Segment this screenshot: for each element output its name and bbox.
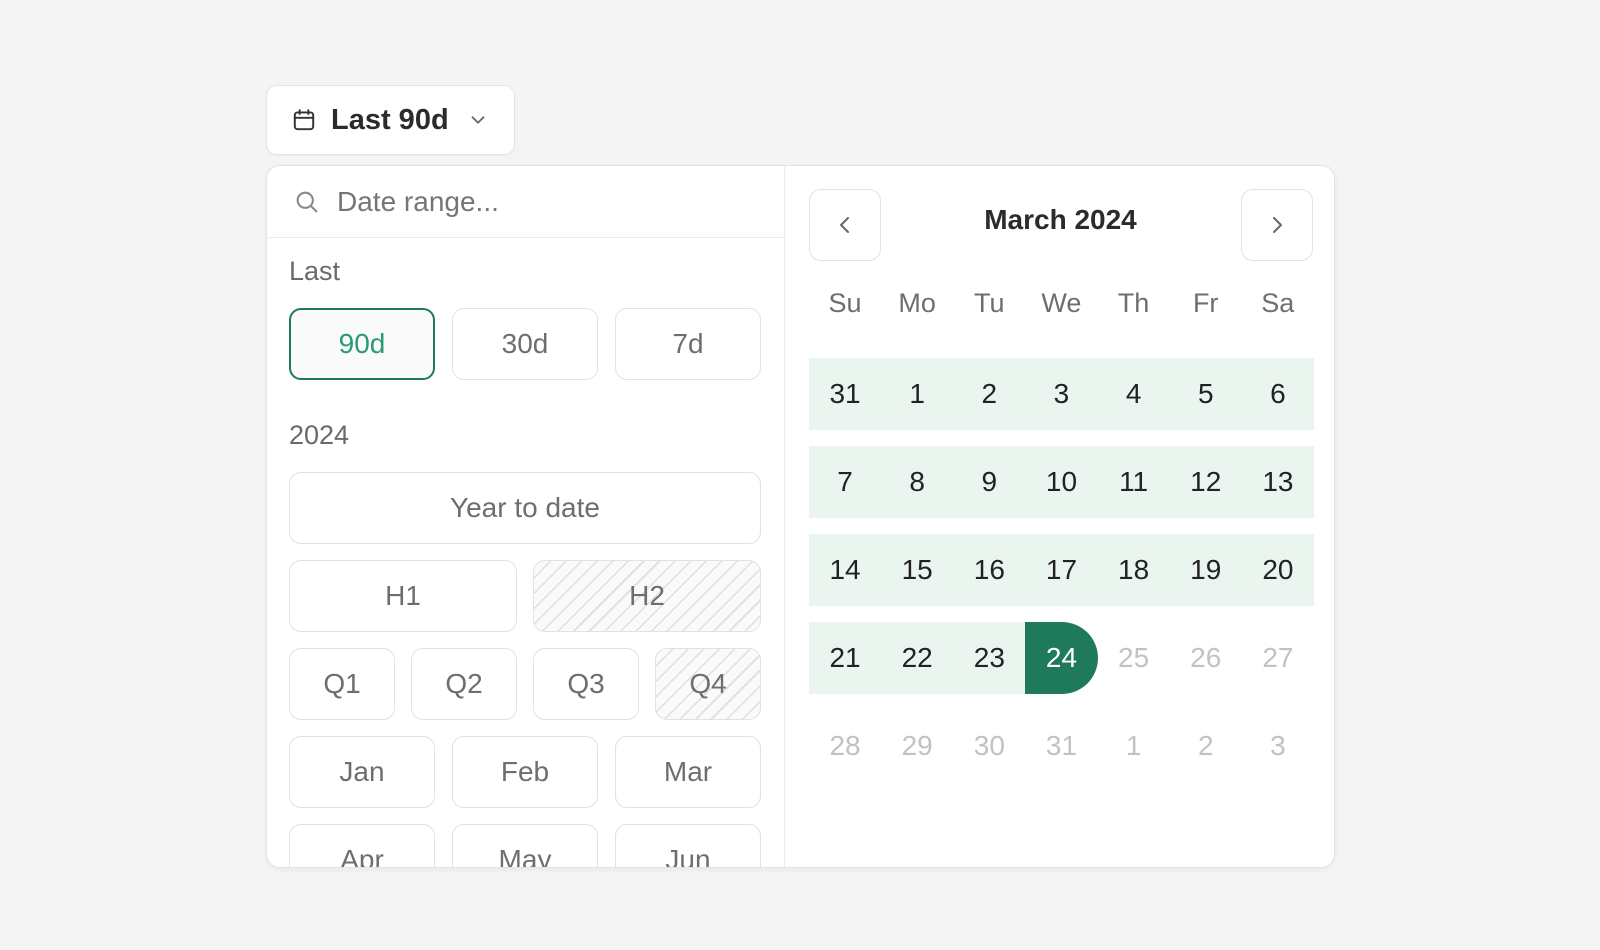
year-to-date-button[interactable]: Year to date [289, 472, 761, 544]
calendar-day-disabled[interactable]: 1 [1098, 710, 1170, 782]
weekday-label: Mo [898, 288, 936, 318]
calendar-week-row: 21 22 23 24 25 26 27 [809, 622, 1314, 694]
next-month-button[interactable] [1241, 189, 1313, 261]
calendar-panel: March 2024 Su Mo Tu We Th Fr Sa 31 1 2 3 4 5 6… [785, 166, 1334, 867]
calendar-day-selected[interactable]: 24 [1025, 622, 1098, 694]
search-icon [293, 188, 321, 216]
month-mar-button[interactable]: Mar [615, 736, 761, 808]
weekday-label: Fr [1192, 288, 1219, 318]
weekday-label: Su [828, 288, 862, 318]
preset-h1-button[interactable]: H1 [289, 560, 517, 632]
calendar-day[interactable]: 22 [881, 622, 953, 694]
calendar-day[interactable]: 11 [1098, 446, 1170, 518]
calendar-day[interactable]: 21 [809, 622, 881, 694]
calendar-day[interactable]: 18 [1098, 534, 1170, 606]
calendar-week-row: 14 15 16 17 18 19 20 [809, 534, 1314, 606]
calendar-day[interactable]: 31 [809, 358, 881, 430]
calendar-week-row: 7 8 9 10 11 12 13 [809, 446, 1314, 518]
calendar-day-disabled[interactable]: 26 [1170, 622, 1242, 694]
calendar-day[interactable]: 15 [881, 534, 953, 606]
month-may-button[interactable]: May [452, 824, 598, 867]
calendar-day[interactable]: 1 [881, 358, 953, 430]
weekday-label: Tu [974, 288, 1005, 318]
preset-h2-button: H2 [533, 560, 761, 632]
preset-30d-button[interactable]: 30d [452, 308, 598, 380]
date-range-trigger-button[interactable]: Last 90d [266, 85, 515, 155]
weekday-label: We [1041, 288, 1082, 318]
calendar-day-disabled[interactable]: 29 [881, 710, 953, 782]
weekday-label: Sa [1261, 288, 1295, 318]
calendar-day[interactable]: 23 [953, 622, 1025, 694]
calendar-day[interactable]: 7 [809, 446, 881, 518]
preset-q2-button[interactable]: Q2 [411, 648, 517, 720]
calendar-day[interactable]: 19 [1170, 534, 1242, 606]
calendar-day[interactable]: 9 [953, 446, 1025, 518]
calendar-day[interactable]: 17 [1025, 534, 1097, 606]
trigger-label: Last 90d [331, 103, 449, 136]
preset-7d-button[interactable]: 7d [615, 308, 761, 380]
calendar-day[interactable]: 10 [1025, 446, 1097, 518]
calendar-day-disabled[interactable]: 30 [953, 710, 1025, 782]
calendar-day-disabled[interactable]: 2 [1170, 710, 1242, 782]
chevron-down-icon [467, 109, 489, 131]
weekday-label: Th [1117, 288, 1150, 318]
calendar-day[interactable]: 16 [953, 534, 1025, 606]
month-apr-button[interactable]: Apr [289, 824, 435, 867]
calendar-day-disabled[interactable]: 31 [1025, 710, 1097, 782]
calendar-week-row: 28 29 30 31 1 2 3 [809, 710, 1314, 782]
section-label-year: 2024 [289, 420, 350, 450]
month-jan-button[interactable]: Jan [289, 736, 435, 808]
calendar-day-disabled[interactable]: 27 [1242, 622, 1314, 694]
calendar-day[interactable]: 20 [1242, 534, 1314, 606]
calendar-day[interactable]: 13 [1242, 446, 1314, 518]
month-jun-button[interactable]: Jun [615, 824, 761, 867]
calendar-week-row: 31 1 2 3 4 5 6 [809, 358, 1314, 430]
presets-panel: Last 90d 30d 7d 2024 Year to date H1 H2 … [267, 166, 785, 867]
chevron-right-icon [1265, 213, 1289, 237]
calendar-day[interactable]: 3 [1025, 358, 1097, 430]
calendar-day[interactable]: 14 [809, 534, 881, 606]
preset-q3-button[interactable]: Q3 [533, 648, 639, 720]
calendar-day-disabled[interactable]: 3 [1242, 710, 1314, 782]
calendar-icon [291, 107, 317, 133]
section-label-last: Last [289, 256, 341, 286]
preset-q4-button: Q4 [655, 648, 761, 720]
date-range-popover: Last 90d 30d 7d 2024 Year to date H1 H2 … [266, 165, 1335, 868]
month-feb-button[interactable]: Feb [452, 736, 598, 808]
search-bar [267, 166, 784, 238]
calendar-day[interactable]: 8 [881, 446, 953, 518]
calendar-day-disabled[interactable]: 28 [809, 710, 881, 782]
calendar-day[interactable]: 2 [953, 358, 1025, 430]
calendar-day[interactable]: 5 [1170, 358, 1242, 430]
weekday-header: Su Mo Tu We Th Fr Sa [809, 288, 1314, 319]
preset-90d-button[interactable]: 90d [289, 308, 435, 380]
calendar-day-disabled[interactable]: 25 [1098, 622, 1170, 694]
date-range-search-input[interactable] [337, 185, 737, 218]
calendar-day[interactable]: 12 [1170, 446, 1242, 518]
preset-q1-button[interactable]: Q1 [289, 648, 395, 720]
calendar-day[interactable]: 4 [1098, 358, 1170, 430]
calendar-day[interactable]: 6 [1242, 358, 1314, 430]
